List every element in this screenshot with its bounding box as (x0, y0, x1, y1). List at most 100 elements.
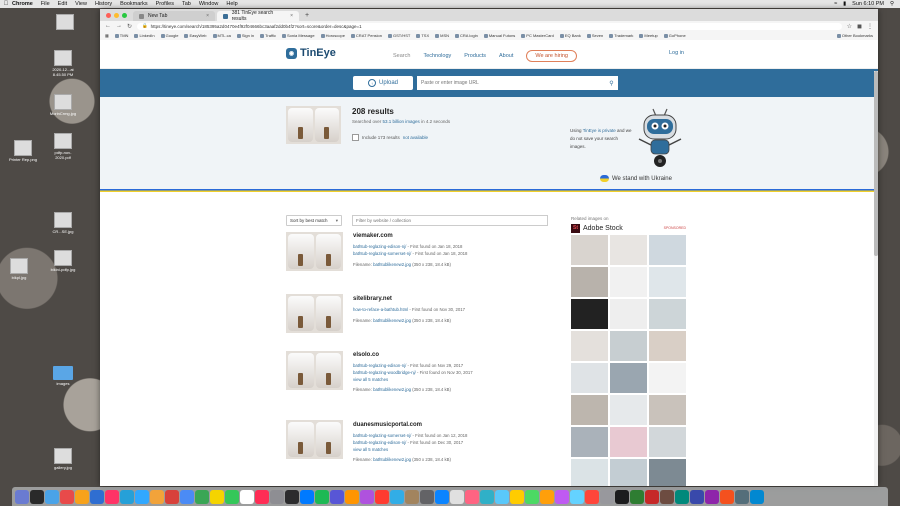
back-icon[interactable]: ← (105, 23, 111, 29)
filename-link[interactable]: bathtublikenew2.jpg (373, 387, 411, 392)
related-image-tile[interactable] (571, 363, 608, 393)
related-image-tile[interactable] (610, 235, 647, 265)
dock-app-icon[interactable] (30, 489, 44, 504)
dock-app-icon[interactable] (720, 489, 734, 504)
desktop-icon[interactable]: CR...SE.jpg (48, 212, 78, 234)
upload-button[interactable]: ↑ Upload (353, 76, 413, 90)
close-window-icon[interactable] (106, 12, 111, 18)
result-link[interactable]: bathtub-reglazing-somerset-nj/ (353, 251, 411, 256)
result-link[interactable]: bathtub-reglazing-edison-nj/ (353, 363, 406, 368)
dock-app-icon[interactable] (480, 489, 494, 504)
related-image-tile[interactable] (649, 459, 686, 486)
related-image-tile[interactable] (649, 235, 686, 265)
more-icon[interactable]: ⋮ (867, 23, 873, 30)
clock[interactable]: Sun 6:10 PM (852, 1, 884, 7)
view-all-matches-link[interactable]: view all 5 matches (353, 447, 388, 452)
nav-technology[interactable]: Technology (423, 53, 451, 59)
dock-app-icon[interactable] (645, 489, 659, 504)
related-image-tile[interactable] (610, 395, 647, 425)
related-image-tile[interactable] (571, 331, 608, 361)
bookmark[interactable]: Traffic (260, 33, 276, 38)
search-button[interactable]: ⚲ (605, 76, 618, 90)
related-image-tile[interactable] (649, 299, 686, 329)
dock-app-icon[interactable] (360, 489, 374, 504)
menu-item-help[interactable]: Help (226, 1, 237, 7)
dock-app-icon[interactable] (420, 489, 434, 504)
dock-app-icon[interactable] (105, 489, 119, 504)
not-available-link[interactable]: not available (403, 135, 428, 140)
search-icon[interactable]: ⚲ (890, 1, 894, 7)
dock-app-icon[interactable] (705, 489, 719, 504)
dock-app-icon[interactable] (630, 489, 644, 504)
bookmark[interactable]: Manual Futons (483, 33, 515, 38)
dock-app-icon[interactable] (450, 489, 464, 504)
result-thumbnail[interactable] (286, 294, 343, 333)
bookmark[interactable]: Google (160, 33, 178, 38)
dock-app-icon[interactable] (120, 489, 134, 504)
reload-icon[interactable]: ↻ (127, 23, 132, 30)
desktop-icon[interactable]: pdfp-nov-2020.pdf (48, 133, 78, 160)
filter-input[interactable] (352, 215, 548, 226)
dock-app-icon[interactable] (615, 489, 629, 504)
desktop-icon[interactable]: bikini-pdfp.jpg (48, 250, 78, 272)
dock-app-icon[interactable] (390, 489, 404, 504)
dock-app-icon[interactable] (270, 489, 284, 504)
dock-app-icon[interactable] (330, 489, 344, 504)
query-image[interactable] (286, 106, 341, 144)
include-checkbox[interactable] (352, 134, 359, 141)
apps-icon[interactable]: ▦ (105, 33, 109, 38)
dock-app-icon[interactable] (60, 489, 74, 504)
dock-app-icon[interactable] (195, 489, 209, 504)
result-link[interactable]: how-to-reface-a-bathtub.html (353, 307, 408, 312)
privacy-link[interactable]: TinEye is private (583, 128, 616, 133)
menu-item-bookmarks[interactable]: Bookmarks (120, 1, 148, 7)
dock-app-icon[interactable] (585, 489, 599, 504)
extensions-icon[interactable]: ◼ (857, 23, 862, 30)
result-link[interactable]: bathtub-reglazing-woodbridge-nj/ (353, 370, 416, 375)
page-scrollbar[interactable] (874, 71, 878, 486)
related-image-tile[interactable] (610, 427, 647, 457)
menu-item-view[interactable]: View (75, 1, 87, 7)
related-image-tile[interactable] (610, 331, 647, 361)
dock-app-icon[interactable] (540, 489, 554, 504)
scrollbar-thumb[interactable] (874, 71, 878, 256)
related-image-tile[interactable] (571, 459, 608, 486)
dock-app-icon[interactable] (90, 489, 104, 504)
dock-app-icon[interactable] (735, 489, 749, 504)
dock-app-icon[interactable] (675, 489, 689, 504)
result-site[interactable]: elsolo.co (353, 352, 379, 358)
related-image-tile[interactable] (571, 235, 608, 265)
tineye-logo[interactable]: ◉ TinEye (286, 47, 336, 59)
dock-app-icon[interactable] (660, 489, 674, 504)
result-site[interactable]: viemaker.com (353, 233, 393, 239)
related-image-tile[interactable] (571, 299, 608, 329)
desktop-icon[interactable]: MorinCrmg.jpg (48, 94, 78, 116)
filename-link[interactable]: bathtublikenew2.jpg (373, 457, 411, 462)
related-image-tile[interactable] (571, 427, 608, 457)
maximize-window-icon[interactable] (122, 12, 127, 18)
result-link[interactable]: bathtub-reglazing-edison-nj/ (353, 244, 406, 249)
menu-item-profiles[interactable]: Profiles (156, 1, 174, 7)
dock-app-icon[interactable] (180, 489, 194, 504)
dock-app-icon[interactable] (300, 489, 314, 504)
desktop-icon[interactable]: 2020-12...at 8.45.50 PM (48, 50, 78, 77)
bookmark[interactable]: TMN (114, 33, 128, 38)
login-link[interactable]: Log in (669, 50, 684, 56)
filename-link[interactable]: bathtublikenew2.jpg (373, 318, 411, 323)
related-image-tile[interactable] (610, 299, 647, 329)
result-thumbnail[interactable] (286, 420, 343, 459)
url-field[interactable]: 🔒 https://tineye.com/search/185395a2d047… (137, 22, 842, 30)
bookmark[interactable]: CRA login (455, 33, 478, 38)
dock-app-icon[interactable] (45, 489, 59, 504)
minimize-window-icon[interactable] (114, 12, 119, 18)
dock-app-icon[interactable] (255, 489, 269, 504)
dock-app-icon[interactable] (285, 489, 299, 504)
dock-app-icon[interactable] (345, 489, 359, 504)
result-thumbnail[interactable] (286, 232, 343, 271)
result-link[interactable]: bathtub-reglazing-somerset-nj/ (353, 433, 411, 438)
dock-app-icon[interactable] (570, 489, 584, 504)
desktop-icon[interactable]: Printer Rep.png (8, 140, 38, 162)
related-image-tile[interactable] (571, 267, 608, 297)
adobe-stock-brand[interactable]: St Adobe Stock SPONSORED (571, 223, 686, 233)
bookmark[interactable]: Sonia Message (282, 33, 315, 38)
